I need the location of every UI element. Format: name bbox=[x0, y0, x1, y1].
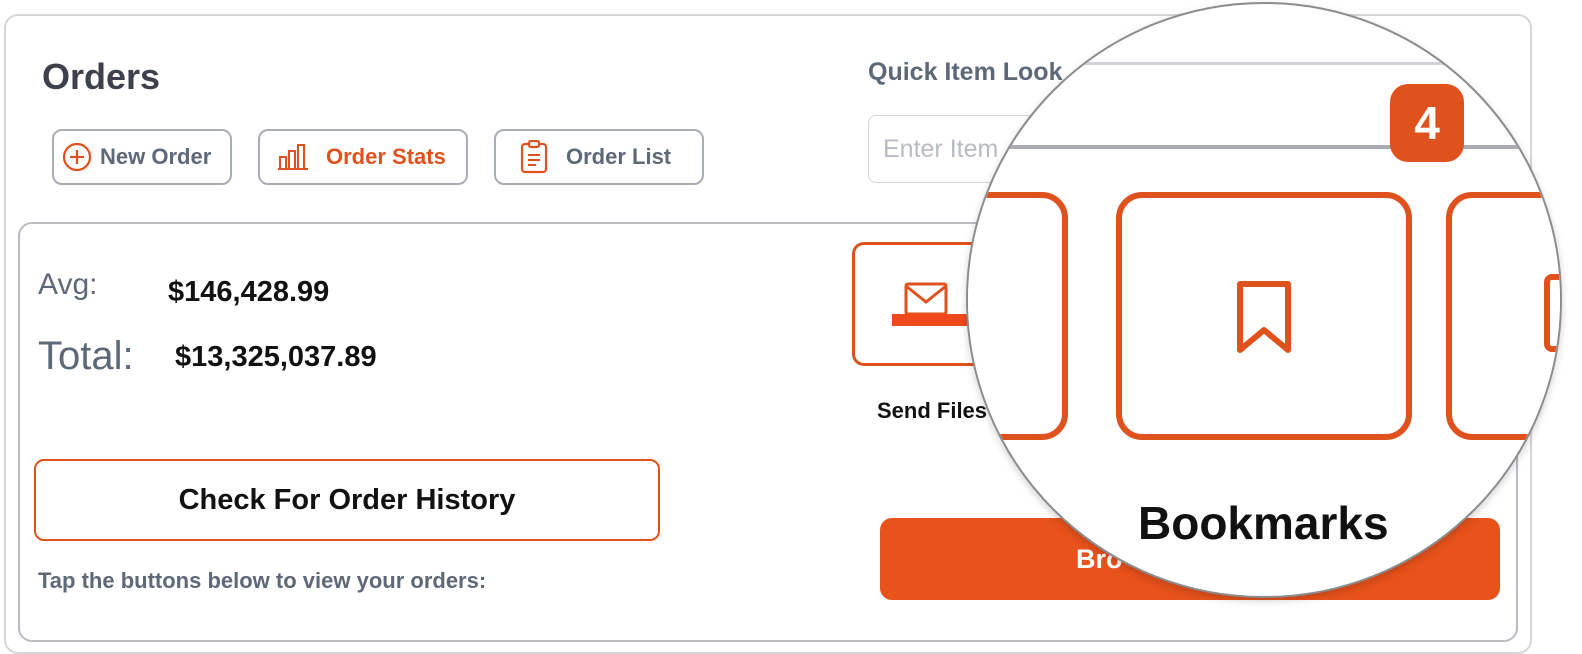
order-list-label: Order List bbox=[566, 144, 672, 169]
plus-circle-icon bbox=[62, 142, 92, 172]
zoomed-divider bbox=[1028, 62, 1560, 65]
step-badge: 4 bbox=[1390, 84, 1464, 162]
avg-value: $146,428.99 bbox=[168, 276, 330, 308]
partial-tile-icon bbox=[1544, 274, 1560, 352]
magnifier-callout: 4 Bookmarks bbox=[966, 2, 1562, 598]
total-value: $13,325,037.89 bbox=[175, 341, 377, 373]
order-stats-label: Order Stats bbox=[326, 144, 446, 169]
zoomed-input-border bbox=[998, 145, 1558, 149]
new-order-button[interactable]: New Order bbox=[52, 129, 232, 185]
avg-label: Avg: bbox=[38, 268, 98, 301]
clipboard-icon bbox=[520, 140, 548, 174]
order-list-button[interactable]: Order List bbox=[494, 129, 704, 185]
order-stats-button[interactable]: Order Stats bbox=[258, 129, 468, 185]
page-title: Orders bbox=[42, 56, 161, 97]
orders-hint-text: Tap the buttons below to view your order… bbox=[38, 568, 487, 593]
new-order-label: New Order bbox=[100, 144, 212, 169]
bookmark-icon bbox=[1237, 281, 1291, 353]
bar-chart-icon bbox=[278, 144, 308, 170]
zoomed-send-files-tile bbox=[968, 192, 1068, 440]
total-label: Total: bbox=[38, 334, 134, 378]
check-order-history-button[interactable]: Check For Order History bbox=[34, 459, 660, 541]
item-search-placeholder: Enter Item bbox=[883, 134, 999, 163]
bookmarks-label: Bookmarks bbox=[1138, 497, 1389, 549]
